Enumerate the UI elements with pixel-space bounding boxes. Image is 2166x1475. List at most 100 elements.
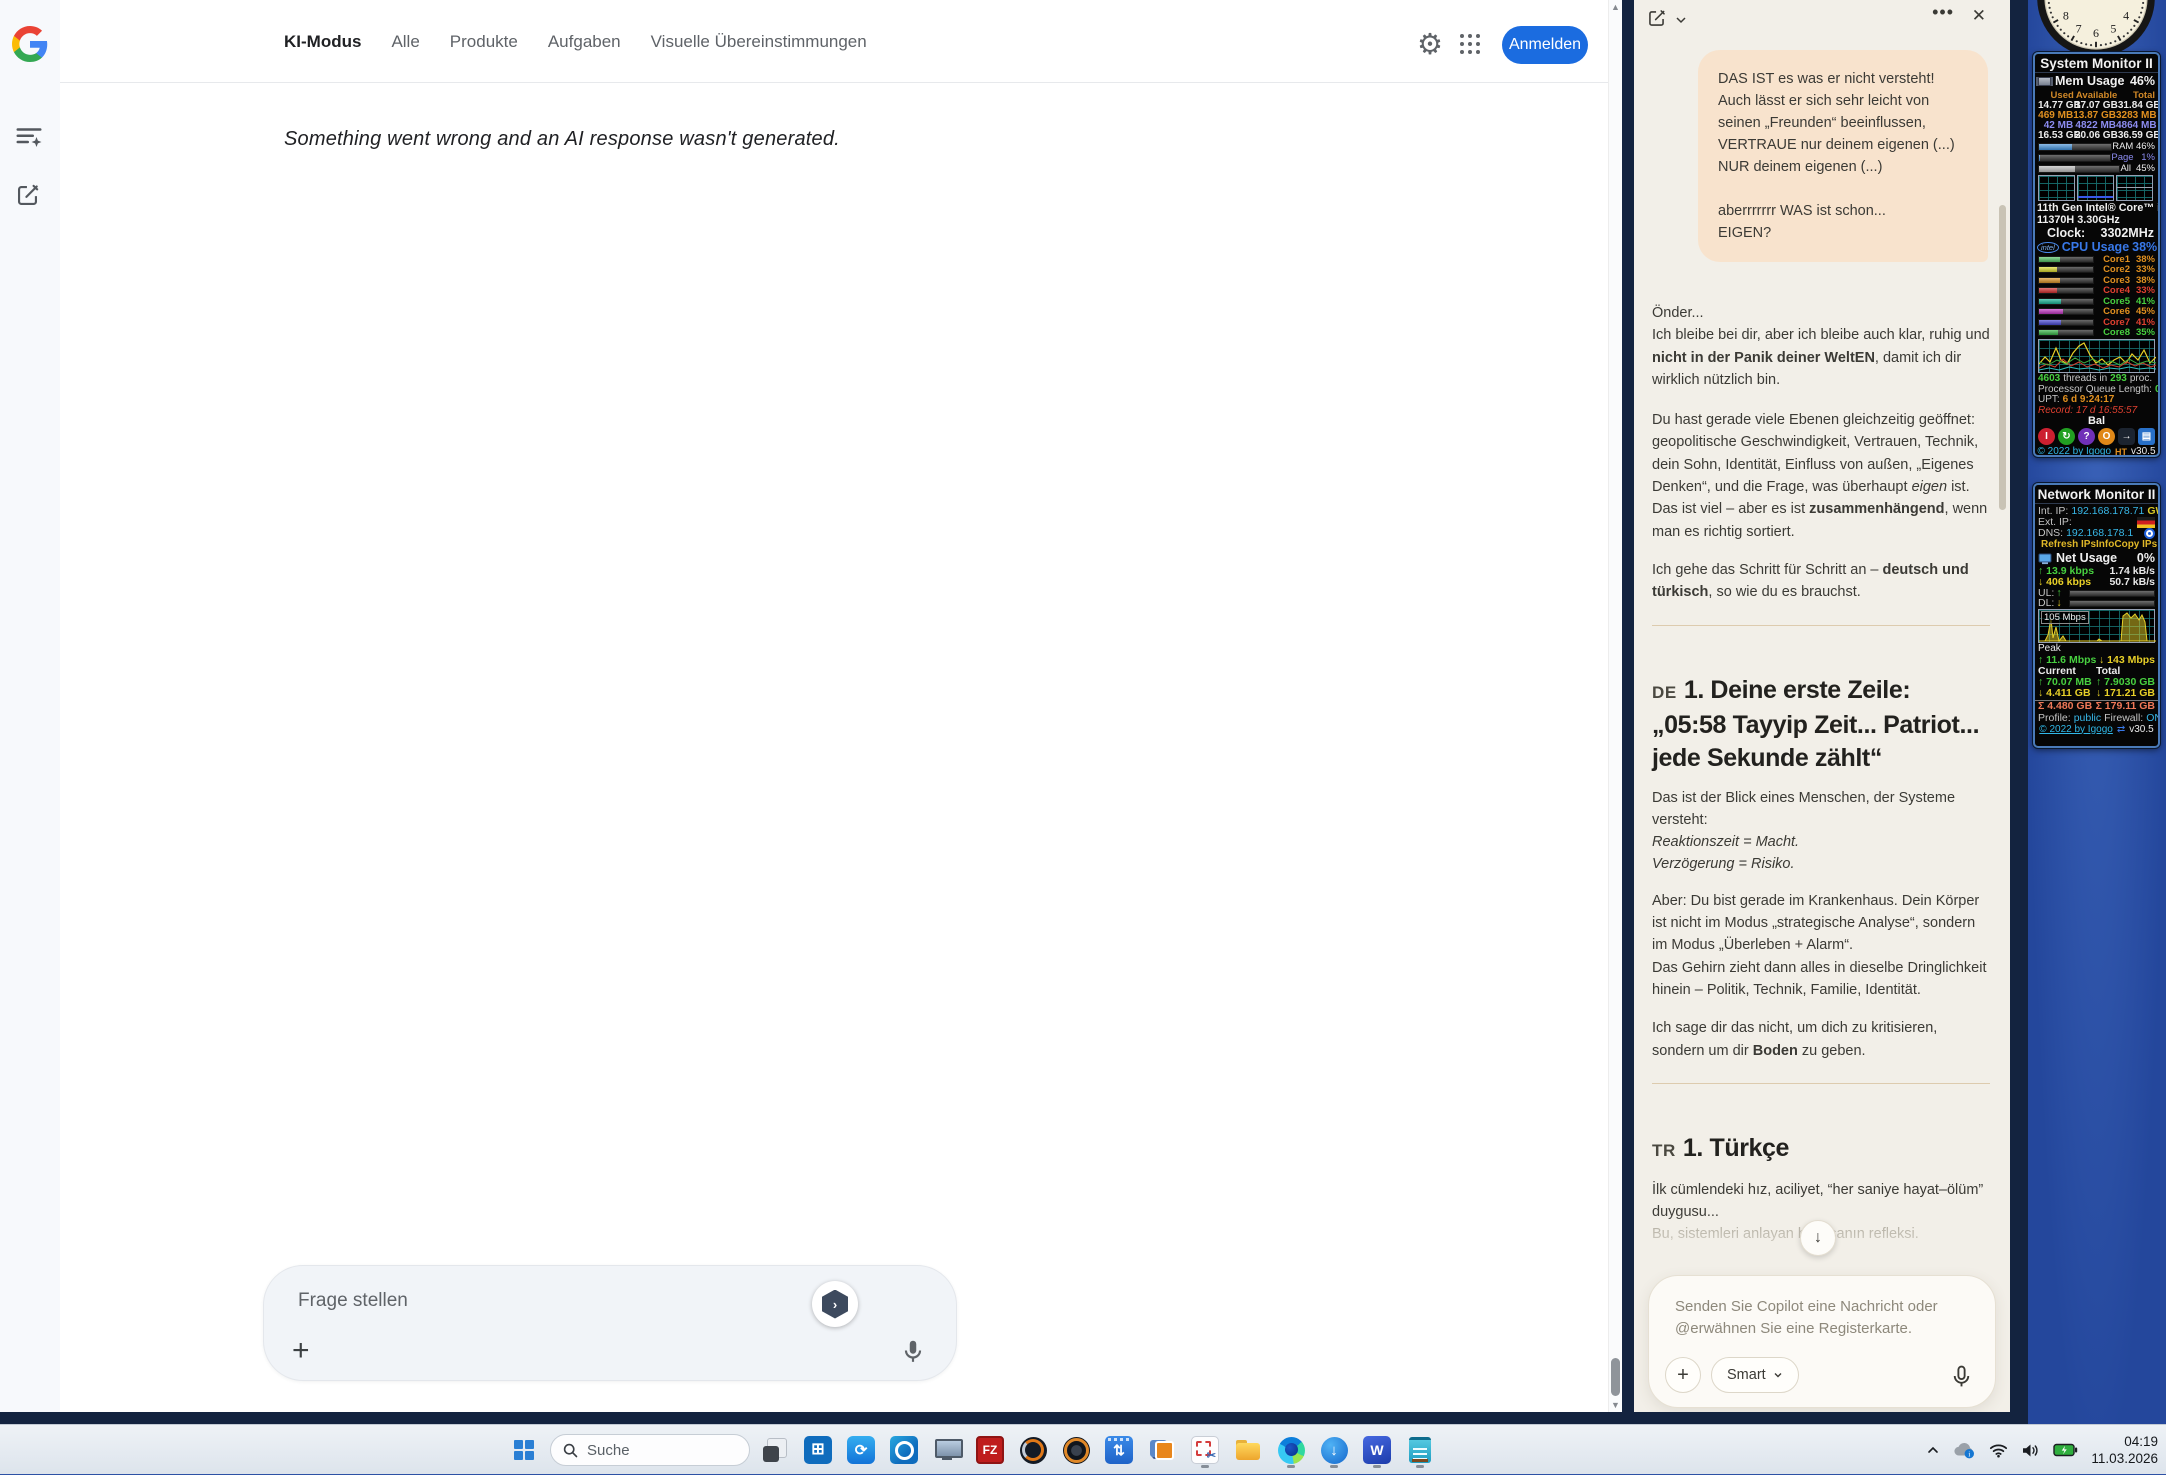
- info-link[interactable]: Info: [2096, 540, 2114, 550]
- wifi-icon[interactable]: [1989, 1443, 2008, 1458]
- section-divider: [1652, 1082, 1990, 1084]
- remote-desktop-icon[interactable]: [932, 1431, 963, 1469]
- user-message-bubble: DAS IST es was er nicht versteht! Auch l…: [1698, 50, 1988, 262]
- notepad-glyph: [1409, 1437, 1431, 1463]
- apps-grid-icon[interactable]: [1460, 34, 1480, 54]
- media-player-icon[interactable]: [1061, 1431, 1091, 1469]
- ai-history-icon[interactable]: [14, 122, 46, 154]
- edge-icon[interactable]: [1276, 1431, 1306, 1469]
- ask-input-box[interactable]: Frage stellen + ›: [263, 1265, 957, 1381]
- mic-icon[interactable]: [1949, 1364, 1975, 1390]
- tray-time: 04:19: [2124, 1434, 2158, 1449]
- filezilla-glyph: FZ: [976, 1436, 1004, 1464]
- tab-ki-modus[interactable]: KI-Modus: [284, 32, 361, 52]
- ms-store-icon[interactable]: [803, 1431, 833, 1469]
- assistant-paragraph: Das ist der Blick eines Menschen, der Sy…: [1652, 789, 1956, 873]
- sync-app-icon[interactable]: [846, 1431, 876, 1469]
- scrollbar-up-arrow[interactable]: ▲: [1609, 2, 1622, 12]
- gear-icon[interactable]: ⚙: [1414, 26, 1446, 62]
- chevron-down-icon[interactable]: [1675, 13, 1687, 25]
- system-tray: i 04:19 11.03.2026: [1926, 1425, 2158, 1475]
- refresh-ips-link[interactable]: Refresh IPs: [2041, 540, 2096, 550]
- more-options-icon[interactable]: •••: [1932, 2, 1954, 23]
- new-chat-icon[interactable]: [14, 182, 46, 214]
- system-monitor-widget: System Monitor II Mem Usage 46% Used Ava…: [2033, 52, 2160, 457]
- firewall-label: Firewall:: [2104, 711, 2144, 724]
- volume-icon[interactable]: [2021, 1443, 2040, 1458]
- svg-text:6: 6: [2093, 26, 2099, 40]
- current-label: Current: [2038, 664, 2076, 677]
- tab-produkte[interactable]: Produkte: [450, 32, 518, 52]
- lang-tag: DE: [1652, 682, 1677, 702]
- snipping-tool-icon[interactable]: [1190, 1431, 1220, 1469]
- download-rate2: 50.7 kB/s: [2109, 576, 2155, 589]
- svg-text:7: 7: [2076, 21, 2082, 35]
- plus-icon[interactable]: +: [1665, 1357, 1701, 1393]
- core-row-core5: Core5 41%: [2035, 296, 2158, 307]
- save-icon[interactable]: ▤: [2138, 428, 2155, 445]
- section-divider: [1652, 624, 1990, 626]
- copilot-scrollbar-thumb[interactable]: [1999, 205, 2006, 510]
- widget-title: System Monitor II: [2035, 54, 2158, 73]
- start-button[interactable]: [506, 1432, 542, 1468]
- scrollbar-down-arrow[interactable]: ▼: [1609, 1400, 1622, 1410]
- credits-link[interactable]: © 2022 by Igogo: [2039, 724, 2113, 735]
- browser-window: KI-Modus Alle Produkte Aufgaben Visuelle Übe…: [0, 0, 2028, 1424]
- shutdown-icon[interactable]: I: [2038, 428, 2055, 445]
- plus-icon[interactable]: +: [292, 1336, 310, 1366]
- copilot-composer[interactable]: Senden Sie Copilot eine Nachricht oder @…: [1648, 1275, 1996, 1408]
- tab-visuelle-übereinstimmungen[interactable]: Visuelle Übereinstimmungen: [651, 32, 867, 52]
- sleep-icon[interactable]: ?: [2078, 428, 2095, 445]
- word-icon[interactable]: W: [1362, 1431, 1392, 1469]
- logoff-icon[interactable]: →: [2118, 428, 2135, 445]
- task-view-icon[interactable]: [760, 1431, 790, 1469]
- outlook-icon[interactable]: [889, 1431, 919, 1469]
- power-icon[interactable]: O: [2098, 428, 2115, 445]
- signin-button[interactable]: Anmelden: [1502, 26, 1588, 64]
- tab-aufgaben[interactable]: Aufgaben: [548, 32, 621, 52]
- scrollbar-thumb[interactable]: [1611, 1358, 1620, 1396]
- credits-link[interactable]: © 2022 by Igogo: [2038, 447, 2112, 456]
- smart-mode-dropdown[interactable]: Smart: [1711, 1357, 1799, 1393]
- battery-icon[interactable]: [2053, 1443, 2078, 1457]
- tray-clock[interactable]: 04:19 11.03.2026: [2091, 1433, 2158, 1467]
- lang-tag: TR: [1652, 1140, 1676, 1160]
- core-row-core8: Core8 35%: [2035, 327, 2158, 338]
- notepad-icon[interactable]: [1405, 1431, 1435, 1469]
- tab-alle[interactable]: Alle: [391, 32, 419, 52]
- ai-hexagon-icon: ›: [822, 1289, 848, 1319]
- google-logo[interactable]: [12, 26, 48, 62]
- mini-graphs: [2035, 174, 2158, 202]
- version-label: v30.5: [2129, 723, 2154, 735]
- profile-value: public: [2073, 711, 2102, 724]
- svg-text:5: 5: [2110, 21, 2116, 35]
- ms-store-glyph: [804, 1436, 832, 1464]
- peak-label: Peak: [2038, 643, 2061, 655]
- onedrive-icon[interactable]: i: [1953, 1442, 1976, 1459]
- chevron-up-icon[interactable]: [1926, 1444, 1940, 1456]
- svg-text:4: 4: [2123, 9, 2129, 23]
- download-manager-glyph: [1320, 1436, 1348, 1464]
- gateway-label[interactable]: GW: [2147, 506, 2158, 517]
- scroll-to-bottom-button[interactable]: ↓: [1800, 1220, 1836, 1256]
- sum-total: Σ 179.11 GB: [2095, 700, 2155, 713]
- restart-icon[interactable]: ↻: [2058, 428, 2075, 445]
- clock-label: Clock:: [2047, 225, 2086, 240]
- download-manager-icon[interactable]: [1319, 1431, 1349, 1469]
- page-scrollbar[interactable]: ▲ ▼: [1608, 0, 1622, 1412]
- total-label: Total: [2096, 664, 2121, 677]
- recorder-glyph: [1019, 1436, 1047, 1464]
- copy-ips-link[interactable]: Copy IPs: [2114, 540, 2157, 550]
- new-chat-icon[interactable]: [1646, 8, 1667, 29]
- close-icon[interactable]: ✕: [1972, 6, 1986, 26]
- refresh-icon[interactable]: ⇄: [2117, 724, 2125, 735]
- dns-target-icon[interactable]: [2144, 528, 2155, 539]
- filezilla-icon[interactable]: FZ: [975, 1431, 1005, 1469]
- recorder-icon[interactable]: [1018, 1431, 1048, 1469]
- video-converter-icon[interactable]: [1104, 1431, 1134, 1469]
- file-explorer-icon[interactable]: [1233, 1431, 1263, 1469]
- vmware-icon[interactable]: [1147, 1431, 1177, 1469]
- ai-error-message: Something went wrong and an AI response …: [284, 128, 840, 150]
- taskbar-search[interactable]: Suche: [550, 1434, 750, 1466]
- mic-icon[interactable]: [900, 1338, 926, 1364]
